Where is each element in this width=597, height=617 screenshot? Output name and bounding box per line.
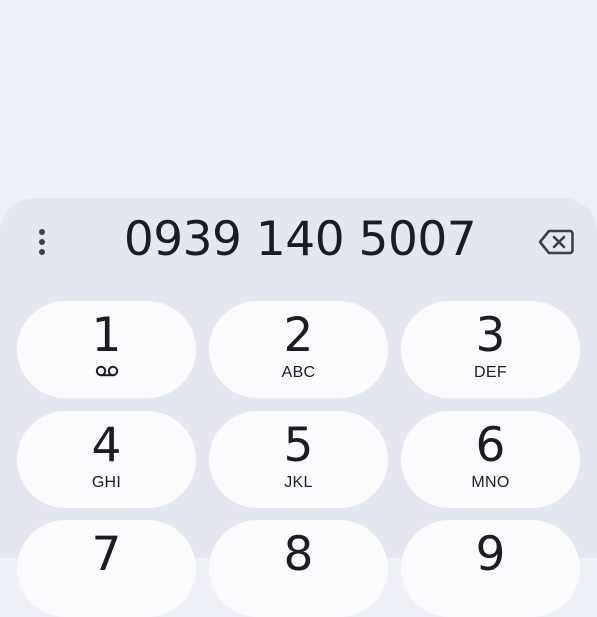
voicemail-icon: [17, 365, 196, 377]
key-digit: 2: [283, 308, 314, 363]
key-digit: 3: [475, 308, 506, 363]
dialed-number: 0939 140 5007: [123, 212, 477, 267]
key-5[interactable]: 5 JKL: [209, 411, 388, 508]
key-letters: ABC: [281, 364, 316, 381]
key-digit: 5: [283, 418, 314, 473]
key-letters: MNO: [471, 474, 510, 491]
key-1[interactable]: 1: [17, 301, 196, 398]
key-2[interactable]: 2 ABC: [209, 301, 388, 398]
key-7[interactable]: 7: [17, 520, 196, 617]
key-9[interactable]: 9: [401, 520, 580, 617]
key-digit: 9: [475, 527, 506, 582]
key-3[interactable]: 3 DEF: [401, 301, 580, 398]
key-4[interactable]: 4 GHI: [17, 411, 196, 508]
backspace-icon: [538, 229, 574, 255]
key-digit: 8: [283, 527, 314, 582]
empty-call-area: [0, 0, 597, 200]
backspace-button[interactable]: [533, 222, 579, 262]
key-digit: 4: [91, 418, 122, 473]
more-options-button[interactable]: [22, 222, 62, 262]
key-letters: GHI: [91, 474, 122, 491]
key-digit: 1: [91, 308, 122, 363]
key-6[interactable]: 6 MNO: [401, 411, 580, 508]
key-8[interactable]: 8: [209, 520, 388, 617]
more-vert-icon: [39, 229, 45, 255]
key-letters: DEF: [474, 364, 507, 381]
key-letters: JKL: [284, 474, 313, 491]
key-digit: 6: [475, 418, 506, 473]
key-digit: 7: [91, 527, 122, 582]
